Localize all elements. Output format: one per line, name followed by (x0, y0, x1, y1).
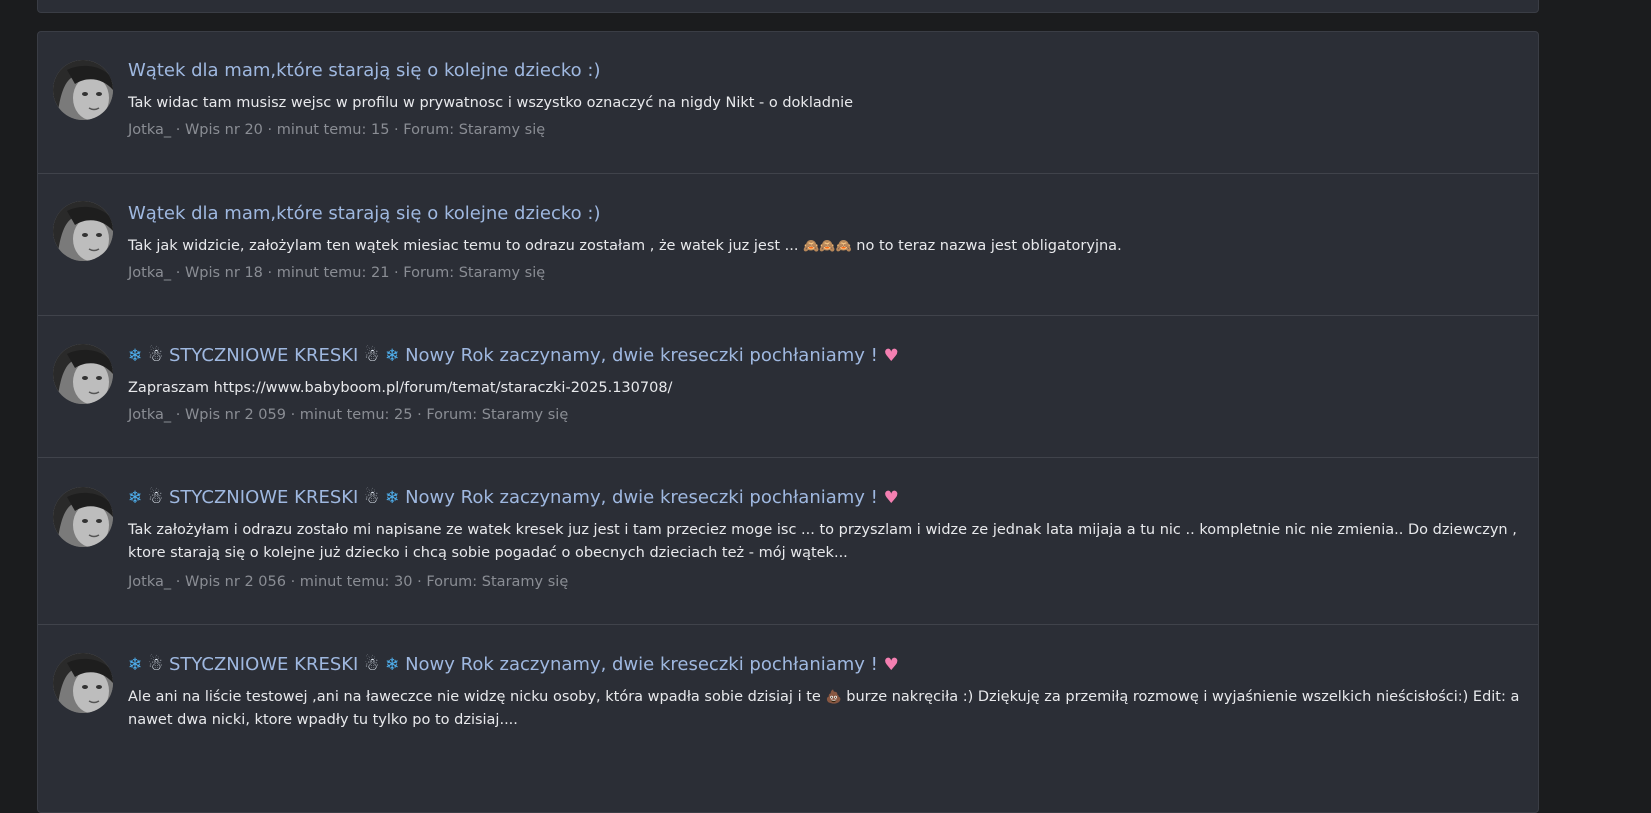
post-meta: Jotka_ · Wpis nr 2 056 · minut temu: 30 … (128, 574, 568, 590)
feed-item: Wątek dla mam,które starają się o kolejn… (38, 173, 1538, 316)
snowman-icon: ☃ (147, 488, 164, 508)
avatar-photo-icon (53, 487, 113, 547)
post-time: minut temu: 30 (299, 574, 413, 590)
entry-link[interactable]: Wpis nr 20 (185, 122, 263, 138)
author-link[interactable]: Jotka_ (128, 574, 171, 590)
feed-item: ❄ ☃ STYCZNIOWE KRESKI ☃ ❄ Nowy Rok zaczy… (38, 624, 1538, 812)
avatar[interactable] (53, 60, 113, 120)
post-excerpt: Tak widac tam musisz wejsc w profilu w p… (128, 95, 854, 111)
meta-separator: · (171, 122, 185, 138)
post-meta: Jotka_ · Wpis nr 20 · minut temu: 15 · F… (128, 122, 545, 138)
post-meta: Jotka_ · Wpis nr 18 · minut temu: 21 · F… (128, 265, 545, 281)
snowman-icon: ☃ (364, 488, 380, 508)
thread-title-link[interactable]: Wątek dla mam,które starają się o kolejn… (128, 203, 600, 224)
meta-separator: · (285, 407, 300, 423)
thread-title-text: Nowy Rok zaczynamy, dwie kreseczki pochł… (405, 654, 878, 675)
forum-link[interactable]: Forum: Staramy się (426, 574, 568, 590)
forum-link[interactable]: Forum: Staramy się (426, 407, 568, 423)
meta-separator: · (171, 574, 185, 590)
activity-feed: Wątek dla mam,które starają się o kolejn… (37, 31, 1539, 813)
snowflake-icon: ❄ (385, 655, 400, 675)
thread-title-link[interactable]: ❄ ☃ STYCZNIOWE KRESKI ☃ ❄ Nowy Rok zaczy… (128, 654, 899, 675)
post-excerpt: Tak założyłam i odrazu zostało mi napisa… (128, 522, 1517, 561)
post-time: minut temu: 15 (276, 122, 390, 138)
snowman-icon: ☃ (147, 346, 164, 366)
avatar-photo-icon (53, 344, 113, 404)
post-excerpt: Ale ani na liście testowej ,ani na ławec… (128, 686, 1528, 732)
author-link[interactable]: Jotka_ (128, 122, 171, 138)
avatar-photo-icon (53, 201, 113, 261)
meta-separator: · (171, 265, 185, 281)
meta-separator: · (389, 122, 404, 138)
snowman-icon: ☃ (364, 655, 380, 675)
feed-item: Wątek dla mam,które starają się o kolejn… (38, 32, 1538, 174)
entry-link[interactable]: Wpis nr 2 056 (185, 574, 286, 590)
meta-separator: · (389, 265, 404, 281)
thread-title-text: STYCZNIOWE KRESKI (168, 487, 359, 508)
post-excerpt: Tak jak widzicie, założylam ten wątek mi… (128, 235, 1528, 258)
meta-separator: · (262, 265, 277, 281)
forum-link[interactable]: Forum: Staramy się (403, 122, 545, 138)
avatar[interactable] (53, 344, 113, 404)
thread-title-text: STYCZNIOWE KRESKI (168, 654, 359, 675)
avatar[interactable] (53, 653, 113, 713)
avatar-photo-icon (53, 653, 113, 713)
meta-separator: · (171, 407, 185, 423)
snowflake-icon: ❄ (385, 488, 400, 508)
avatar[interactable] (53, 487, 113, 547)
avatar-photo-icon (53, 60, 113, 120)
snowflake-icon: ❄ (128, 346, 143, 366)
thread-title-text: STYCZNIOWE KRESKI (168, 345, 359, 366)
meta-separator: · (412, 574, 427, 590)
thread-title-link[interactable]: ❄ ☃ STYCZNIOWE KRESKI ☃ ❄ Nowy Rok zaczy… (128, 345, 899, 366)
snowman-icon: ☃ (364, 346, 380, 366)
snowflake-icon: ❄ (128, 488, 143, 508)
pile-of-poo-icon: 💩 (825, 690, 842, 705)
post-time: minut temu: 21 (276, 265, 390, 281)
meta-separator: · (285, 574, 300, 590)
entry-link[interactable]: Wpis nr 18 (185, 265, 263, 281)
snowman-icon: ☃ (147, 655, 164, 675)
heart-icon: ♥ (883, 488, 899, 508)
snowflake-icon: ❄ (128, 655, 143, 675)
meta-separator: · (262, 122, 277, 138)
heart-icon: ♥ (883, 655, 899, 675)
author-link[interactable]: Jotka_ (128, 265, 171, 281)
meta-separator: · (412, 407, 427, 423)
see-no-evil-monkey-icon: 🙈🙈🙈 (803, 239, 852, 254)
heart-icon: ♥ (883, 346, 899, 366)
post-meta: Jotka_ · Wpis nr 2 059 · minut temu: 25 … (128, 407, 568, 423)
feed-item: ❄ ☃ STYCZNIOWE KRESKI ☃ ❄ Nowy Rok zaczy… (38, 315, 1538, 458)
thread-title-link[interactable]: Wątek dla mam,które starają się o kolejn… (128, 60, 600, 81)
author-link[interactable]: Jotka_ (128, 407, 171, 423)
avatar[interactable] (53, 201, 113, 261)
excerpt-text: no to teraz nazwa jest obligatoryjna. (856, 238, 1122, 254)
snowflake-icon: ❄ (385, 346, 400, 366)
feed-item: ❄ ☃ STYCZNIOWE KRESKI ☃ ❄ Nowy Rok zaczy… (38, 457, 1538, 625)
excerpt-text: Tak jak widzicie, założylam ten wątek mi… (128, 238, 799, 254)
previous-panel (37, 0, 1539, 13)
thread-title-link[interactable]: ❄ ☃ STYCZNIOWE KRESKI ☃ ❄ Nowy Rok zaczy… (128, 487, 899, 508)
forum-link[interactable]: Forum: Staramy się (403, 265, 545, 281)
thread-title-text: Nowy Rok zaczynamy, dwie kreseczki pochł… (405, 487, 878, 508)
post-time: minut temu: 25 (299, 407, 413, 423)
thread-title-text: Nowy Rok zaczynamy, dwie kreseczki pochł… (405, 345, 878, 366)
entry-link[interactable]: Wpis nr 2 059 (185, 407, 286, 423)
excerpt-text: Ale ani na liście testowej ,ani na ławec… (128, 689, 821, 705)
post-excerpt: Zapraszam https://www.babyboom.pl/forum/… (128, 380, 673, 396)
